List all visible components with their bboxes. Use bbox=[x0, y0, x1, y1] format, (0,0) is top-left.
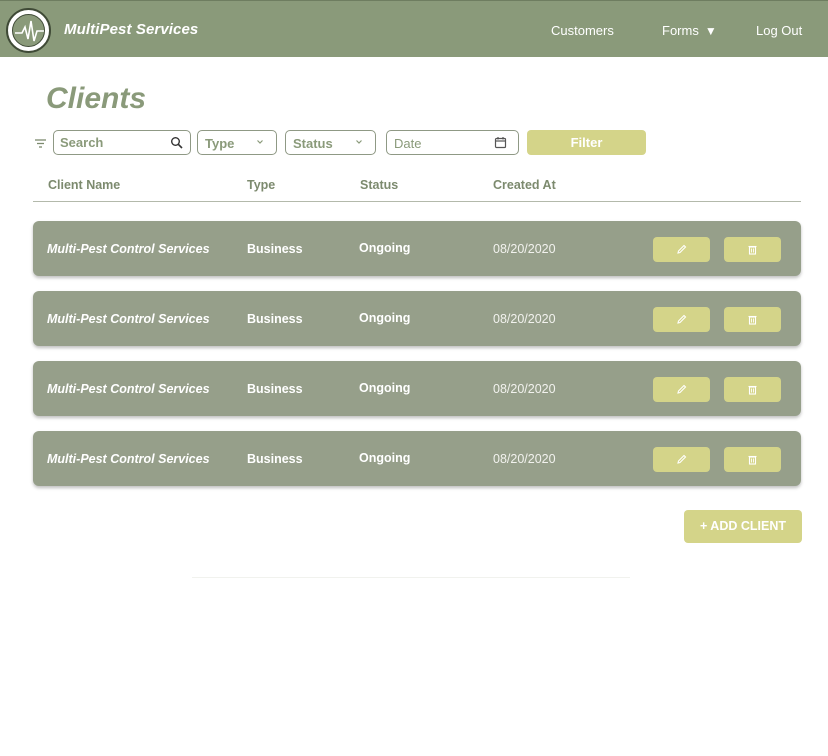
client-created-at: 08/20/2020 bbox=[493, 382, 556, 396]
trash-icon bbox=[748, 315, 757, 325]
delete-button[interactable] bbox=[724, 447, 781, 472]
client-type: Business bbox=[247, 312, 303, 326]
edit-button[interactable] bbox=[653, 447, 710, 472]
pencil-icon bbox=[677, 454, 687, 464]
client-type: Business bbox=[247, 382, 303, 396]
client-status: Ongoing bbox=[359, 311, 411, 325]
client-status: Ongoing bbox=[359, 451, 411, 465]
client-name: Multi-Pest Control Services bbox=[47, 312, 210, 326]
search-icon[interactable] bbox=[170, 136, 183, 149]
chevron-down-icon bbox=[356, 140, 362, 144]
filter-icon[interactable] bbox=[34, 137, 47, 149]
brand-name[interactable]: MultiPest Services bbox=[64, 21, 198, 38]
client-name: Multi-Pest Control Services bbox=[47, 382, 210, 396]
trash-icon bbox=[748, 455, 757, 465]
type-dropdown-label: Type bbox=[205, 136, 235, 151]
header-divider bbox=[33, 201, 801, 202]
table-row[interactable]: Multi-Pest Control Services Business Ong… bbox=[33, 361, 801, 416]
client-type: Business bbox=[247, 242, 303, 256]
calendar-icon[interactable] bbox=[494, 136, 507, 149]
table-row[interactable]: Multi-Pest Control Services Business Ong… bbox=[33, 291, 801, 346]
client-type: Business bbox=[247, 452, 303, 466]
delete-button[interactable] bbox=[724, 377, 781, 402]
logout-link[interactable]: Log Out bbox=[756, 23, 802, 38]
edit-button[interactable] bbox=[653, 377, 710, 402]
nav-forms-label: Forms bbox=[662, 23, 699, 38]
pencil-icon bbox=[677, 384, 687, 394]
search-box[interactable] bbox=[53, 130, 191, 155]
client-created-at: 08/20/2020 bbox=[493, 242, 556, 256]
pencil-icon bbox=[677, 314, 687, 324]
column-header-client-name[interactable]: Client Name bbox=[48, 178, 120, 192]
client-status: Ongoing bbox=[359, 241, 411, 255]
trash-icon bbox=[748, 245, 757, 255]
search-input[interactable] bbox=[60, 134, 165, 151]
logo-icon[interactable] bbox=[6, 8, 51, 53]
add-client-button[interactable]: + ADD CLIENT bbox=[684, 510, 802, 543]
nav-forms-menu[interactable]: Forms ▼ bbox=[662, 23, 717, 38]
client-created-at: 08/20/2020 bbox=[493, 452, 556, 466]
caret-down-icon: ▼ bbox=[704, 24, 717, 38]
client-created-at: 08/20/2020 bbox=[493, 312, 556, 326]
trash-icon bbox=[748, 385, 757, 395]
client-status: Ongoing bbox=[359, 381, 411, 395]
chevron-down-icon bbox=[257, 140, 263, 144]
status-dropdown-label: Status bbox=[293, 136, 333, 151]
nav-customers-link[interactable]: Customers bbox=[551, 23, 614, 38]
client-name: Multi-Pest Control Services bbox=[47, 242, 210, 256]
filter-button[interactable]: Filter bbox=[527, 130, 646, 155]
client-name: Multi-Pest Control Services bbox=[47, 452, 210, 466]
delete-button[interactable] bbox=[724, 237, 781, 262]
edit-button[interactable] bbox=[653, 237, 710, 262]
table-row[interactable]: Multi-Pest Control Services Business Ong… bbox=[33, 221, 801, 276]
divider bbox=[192, 577, 630, 578]
date-picker-label: Date bbox=[394, 136, 422, 151]
status-dropdown[interactable]: Status bbox=[285, 130, 376, 155]
delete-button[interactable] bbox=[724, 307, 781, 332]
column-header-created-at[interactable]: Created At bbox=[493, 178, 556, 192]
table-row[interactable]: Multi-Pest Control Services Business Ong… bbox=[33, 431, 801, 486]
top-navbar: MultiPest Services Customers Forms ▼ Log … bbox=[0, 0, 828, 57]
type-dropdown[interactable]: Type bbox=[197, 130, 277, 155]
edit-button[interactable] bbox=[653, 307, 710, 332]
page-title: Clients bbox=[46, 82, 147, 115]
pencil-icon bbox=[677, 244, 687, 254]
date-picker[interactable]: Date bbox=[386, 130, 519, 155]
column-header-type[interactable]: Type bbox=[247, 178, 275, 192]
column-header-status[interactable]: Status bbox=[360, 178, 398, 192]
